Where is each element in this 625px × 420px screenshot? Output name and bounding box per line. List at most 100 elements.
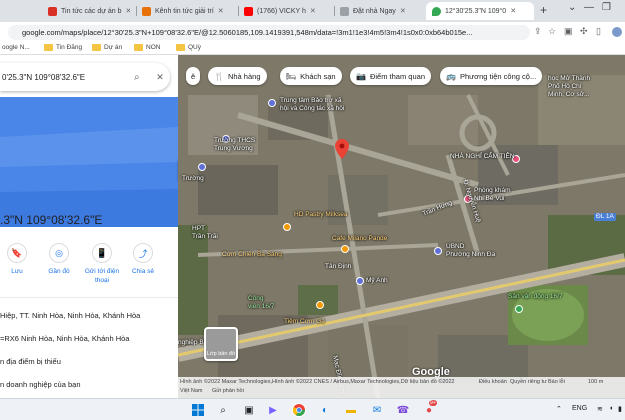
report-link[interactable]: Báo lỗi (548, 379, 565, 385)
feedback-link[interactable]: Gửi phản hồi (212, 388, 244, 394)
attribution-text: Hình ảnh ©2022 Maxar Technologies,Hình ả… (180, 379, 455, 385)
chip-transit[interactable]: 🚌 Phương tiện công cộ... (440, 67, 543, 85)
puzzle-icon[interactable]: ✣ (580, 26, 588, 37)
bookmark-label: QUỳ (188, 44, 201, 51)
action-label: Gửi tới điện thoại (84, 268, 120, 284)
volume-icon[interactable]: ◖ (609, 405, 613, 412)
teams-chat-icon[interactable]: ▶ (266, 403, 280, 417)
chrome-icon[interactable] (292, 403, 306, 417)
close-icon[interactable]: ✕ (400, 7, 406, 15)
save-button[interactable]: 🔖 Lưu (2, 243, 32, 276)
address-bar[interactable]: google.com/maps/place/12°30'25.3"N+109°0… (8, 25, 530, 40)
chip-label: Điểm tham quan (369, 71, 425, 81)
restaurant-poi-icon[interactable] (316, 301, 324, 309)
screen: Tin tức các dự án b ✕ Kênh tin tức giải … (0, 0, 625, 420)
address-line[interactable]: Hiệp, TT. Ninh Hòa, Ninh Hòa, Khánh Hòa (0, 311, 140, 320)
tab-4[interactable]: Đặt nhà Ngay ✕ (340, 2, 420, 20)
tab-1[interactable]: Tin tức các dự án b ✕ (48, 2, 130, 20)
search-icon[interactable]: ⌕ (134, 72, 150, 83)
windows-start-icon[interactable] (191, 403, 205, 417)
tab-3[interactable]: (1766) VICKY h ✕ (244, 2, 328, 20)
search-icon[interactable]: ⌕ (216, 403, 230, 417)
profile-avatar[interactable] (612, 27, 622, 37)
extension-icon[interactable]: ▣ (564, 26, 573, 37)
stadium-icon[interactable] (515, 305, 523, 313)
bookmark-folder-du-an[interactable]: Dự án (92, 44, 122, 51)
news-favicon-icon (48, 6, 57, 16)
divider (0, 297, 178, 298)
map-footer: Hình ảnh ©2022 Maxar Technologies,Hình ả… (178, 377, 625, 398)
map-layers-button[interactable]: Lớp bản đồ (204, 327, 238, 361)
tab-active-maps[interactable]: 12°30'25.3"N 109°0 ✕ (426, 2, 534, 20)
map-label: Trường THCS Trung Vương (214, 137, 256, 152)
edge-icon[interactable]: ◐ (318, 403, 332, 417)
send-to-phone-button[interactable]: 📱 Gửi tới điện thoại (84, 243, 120, 285)
minimize-icon[interactable]: ⌄ (568, 2, 576, 13)
bookmark-folder-quy[interactable]: QUỳ (176, 44, 201, 51)
nearby-button[interactable]: ◎ Gần đó (44, 243, 74, 276)
country-text: Việt Nam (180, 388, 203, 394)
tab-separator (334, 6, 335, 16)
search-input[interactable]: 0'25.3"N 109°08'32.6"E (2, 73, 134, 82)
plus-code-line[interactable]: =RX6 Ninh Hòa, Ninh Hòa, Khánh Hòa (0, 334, 129, 343)
bookmark-folder-tin-dang[interactable]: Tin Đăng (44, 44, 82, 51)
bookmarks-bar: oogle N... Tin Đăng Dự án NON QUỳ (0, 42, 625, 55)
restaurant-poi-icon[interactable] (341, 245, 349, 253)
add-missing-place-link[interactable]: n địa điểm bị thiếu (0, 357, 61, 366)
chrome-logo (293, 404, 305, 416)
mail-icon[interactable]: ✉ (370, 403, 384, 417)
map-label: học Mở Thành Phố Hồ Chí Minh, Cơ sở... (548, 75, 591, 98)
page-favicon-icon (340, 6, 349, 16)
sidepanel-icon[interactable]: ▯ (596, 26, 601, 37)
poi-icon[interactable] (268, 99, 276, 107)
viber-icon[interactable]: ☎ (396, 403, 410, 417)
action-label: Chia sẻ (131, 268, 155, 275)
language-indicator[interactable]: ENG (572, 405, 587, 412)
battery-icon[interactable]: ▮ (618, 405, 622, 413)
bookmark-folder-non[interactable]: NON (134, 44, 160, 51)
map-label: Công viên 16/7 (248, 295, 275, 310)
folder-icon (176, 44, 185, 51)
maximize-icon[interactable]: ❐ (602, 2, 611, 13)
restore-icon[interactable]: — (584, 2, 594, 13)
poi-icon[interactable] (198, 163, 206, 171)
terms-link[interactable]: Điều khoản (479, 379, 507, 385)
clear-icon[interactable]: ✕ (150, 72, 170, 83)
wifi-icon[interactable]: ≋ (597, 405, 603, 413)
government-icon[interactable] (434, 247, 442, 255)
map-label: HD Pastry Milksea (294, 211, 348, 218)
share-page-icon[interactable]: ⇪ (534, 26, 542, 37)
poi-icon[interactable] (356, 277, 364, 285)
map-label: Tiệm Cơm Gà (284, 318, 325, 325)
privacy-link[interactable]: Quyền riêng tư (510, 379, 547, 385)
notification-badge: 9+ (429, 400, 437, 406)
chip-hotels[interactable]: 🛏 Khách sạn (280, 67, 342, 85)
map-label: Cơm Chiên Ba Sáng (222, 251, 282, 258)
close-icon[interactable]: ✕ (310, 7, 316, 15)
close-icon[interactable]: ✕ (218, 7, 224, 15)
chip-attractions[interactable]: 📷 Điểm tham quan (350, 67, 431, 85)
hero-pattern (0, 127, 178, 227)
tab-2[interactable]: Kênh tin tức giải trí ✕ (142, 2, 232, 20)
browser-toolbar: google.com/maps/place/12°30'25.3"N+109°0… (0, 22, 625, 42)
star-icon[interactable]: ☆ (548, 26, 556, 37)
app-icon[interactable]: ● 9+ (422, 400, 437, 417)
close-icon[interactable]: ✕ (510, 7, 516, 15)
close-icon[interactable]: ✕ (125, 7, 130, 15)
satellite-map[interactable]: ĕ 🍴 Nhà hàng 🛏 Khách sạn 📷 Điểm tham qua… (178, 55, 625, 398)
tray-chevron-icon[interactable]: ⌃ (556, 405, 562, 413)
bookmark-label: Dự án (104, 44, 123, 51)
bookmark-google-news[interactable]: oogle N... (2, 44, 30, 51)
search-box[interactable]: 0'25.3"N 109°08'32.6"E ⌕ ✕ (0, 63, 170, 91)
share-button[interactable]: ⤴ Chia sẻ (128, 243, 158, 276)
youtube-icon (244, 6, 253, 16)
add-business-link[interactable]: n doanh nghiệp của bạn (0, 380, 81, 389)
location-pin-icon[interactable] (335, 139, 349, 159)
task-view-icon[interactable]: ▣ (242, 403, 256, 417)
new-tab-button[interactable]: + (540, 3, 547, 17)
cafe-icon[interactable] (283, 223, 291, 231)
chip-restaurants[interactable]: 🍴 Nhà hàng (208, 67, 267, 85)
map-label: HPT Trần Trãi (192, 225, 218, 240)
more-chips-arrow-button[interactable]: ĕ (186, 67, 201, 85)
file-explorer-icon[interactable]: ▬ (344, 403, 358, 417)
